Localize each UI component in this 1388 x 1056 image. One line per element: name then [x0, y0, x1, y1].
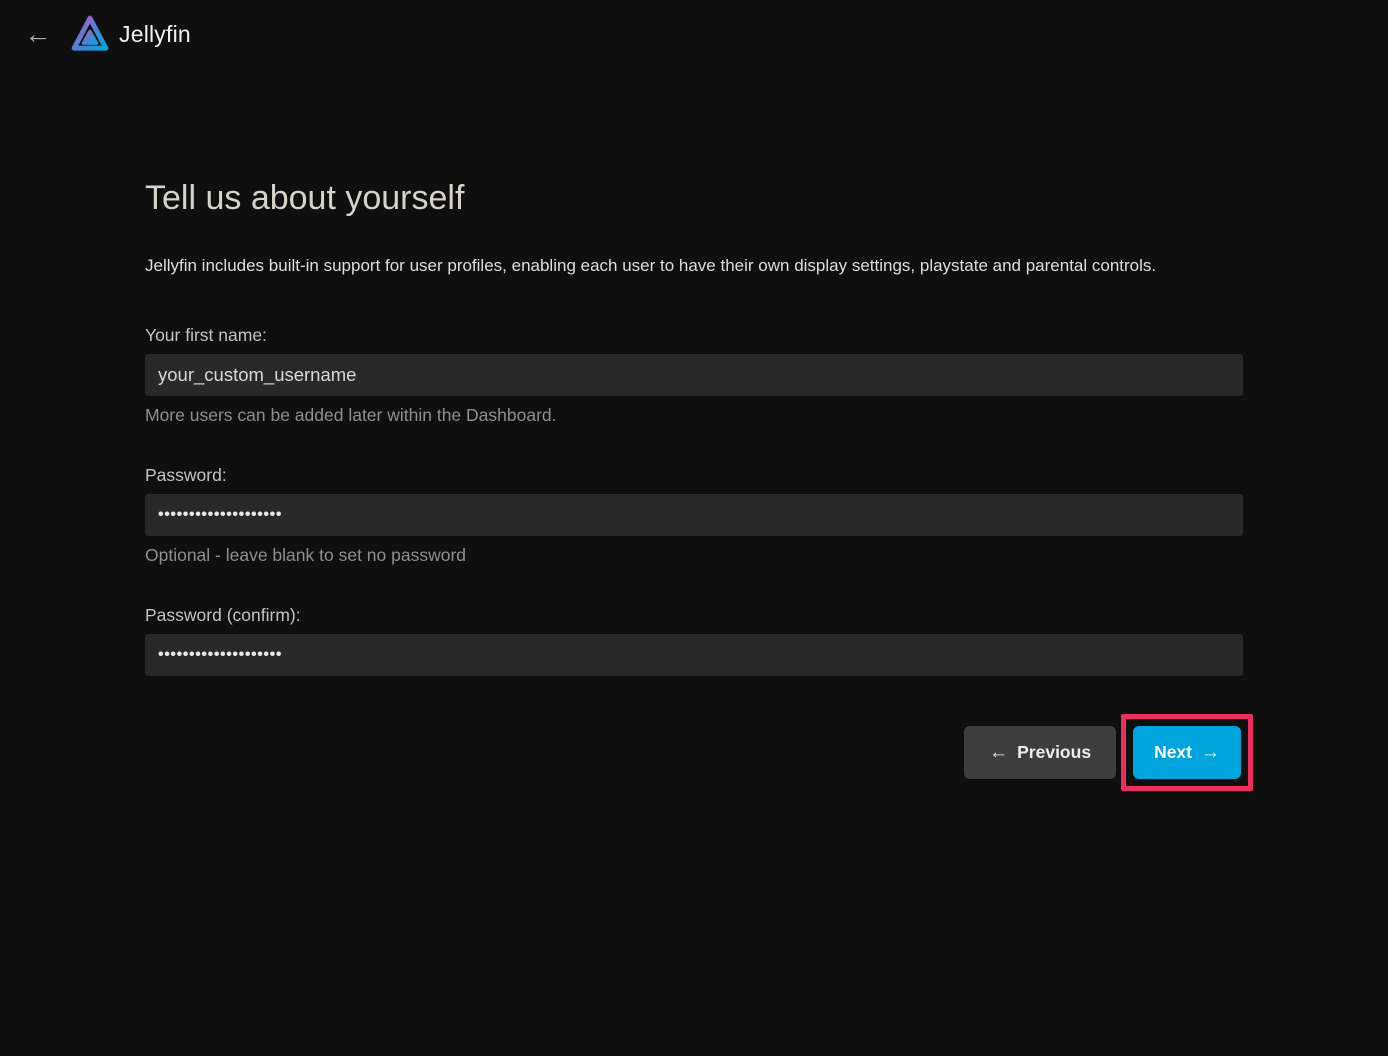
username-field-group: Your first name: More users can be added…: [145, 324, 1243, 426]
username-label: Your first name:: [145, 324, 1243, 346]
wizard-user-page: Tell us about yourself Jellyfin includes…: [145, 68, 1243, 791]
username-helper-text: More users can be added later within the…: [145, 404, 1243, 426]
jellyfin-logo-icon: [70, 13, 110, 55]
app-header: ← Jellyfin: [0, 0, 1388, 68]
password-helper-text: Optional - leave blank to set no passwor…: [145, 544, 1243, 566]
username-input[interactable]: [145, 354, 1243, 396]
back-button[interactable]: ←: [16, 12, 60, 56]
password-field-group: Password: Optional - leave blank to set …: [145, 464, 1243, 566]
brand: Jellyfin: [70, 13, 191, 55]
password-confirm-field-group: Password (confirm):: [145, 604, 1243, 676]
next-button-label: Next: [1154, 742, 1192, 763]
password-confirm-label: Password (confirm):: [145, 604, 1243, 626]
password-label: Password:: [145, 464, 1243, 486]
next-button[interactable]: Next →: [1133, 726, 1241, 779]
page-title: Tell us about yourself: [145, 178, 1243, 218]
next-button-highlight-annotation: Next →: [1121, 714, 1253, 791]
arrow-left-icon: ←: [989, 743, 1008, 762]
wizard-button-row: ← Previous Next →: [145, 714, 1243, 791]
previous-button-label: Previous: [1017, 742, 1091, 763]
password-input[interactable]: [145, 494, 1243, 536]
page-description: Jellyfin includes built-in support for u…: [145, 254, 1243, 278]
arrow-left-icon: ←: [25, 12, 52, 56]
arrow-right-icon: →: [1201, 743, 1220, 762]
previous-button[interactable]: ← Previous: [964, 726, 1116, 779]
app-title: Jellyfin: [119, 21, 191, 48]
password-confirm-input[interactable]: [145, 634, 1243, 676]
